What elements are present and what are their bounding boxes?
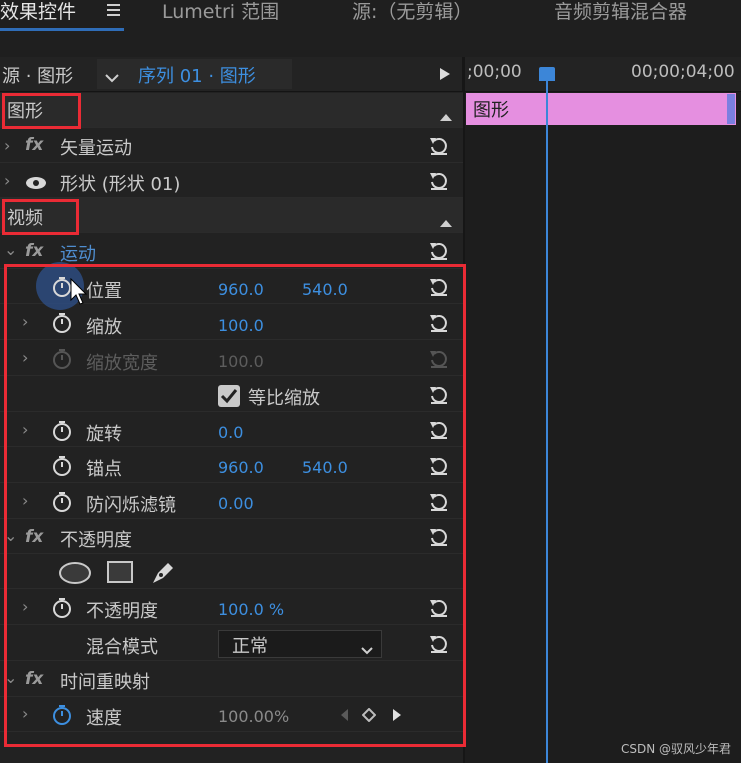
source-clip-label[interactable]: 源 · 图形 (2, 62, 73, 88)
chevron-down-icon[interactable]: ⌄ (4, 240, 17, 259)
tab-lumetri-scopes[interactable]: Lumetri 范围 (162, 0, 279, 24)
highlight-box-video (2, 199, 79, 235)
playhead-line[interactable] (546, 78, 548, 763)
collapse-up-icon[interactable] (440, 106, 452, 125)
chevron-right-icon[interactable]: › (4, 136, 10, 155)
timeline-area[interactable] (465, 92, 741, 763)
reset-parameter-icon[interactable] (428, 240, 450, 262)
reset-parameter-icon[interactable] (428, 170, 450, 192)
effect-vector-motion-label[interactable]: 矢量运动 (60, 134, 132, 160)
fx-icon[interactable]: fx (25, 241, 43, 261)
clip-label: 图形 (473, 100, 509, 121)
play-triangle-icon[interactable] (439, 66, 451, 85)
tab-effect-controls[interactable]: 效果控件 (0, 0, 76, 24)
reset-parameter-icon[interactable] (428, 135, 450, 157)
collapse-up-icon[interactable] (440, 212, 452, 231)
sequence-label[interactable]: 序列 01 · 图形 (138, 62, 256, 88)
timecode-start: ;00;00 (467, 62, 522, 82)
chevron-down-icon[interactable] (105, 68, 119, 87)
effect-shape-label[interactable]: 形状 (形状 01) (60, 170, 180, 196)
active-tab-indicator (0, 28, 124, 31)
chevron-right-icon[interactable]: › (4, 171, 10, 190)
tab-source[interactable]: 源:（无剪辑） (352, 0, 472, 24)
timecode-end: 00;00;04;00 (631, 62, 735, 82)
highlight-box-properties (4, 264, 466, 747)
hamburger-icon[interactable] (106, 0, 122, 18)
watermark: CSDN @驭风少年君 (620, 742, 731, 756)
clip-end-handle[interactable] (727, 94, 735, 124)
eye-icon[interactable] (25, 175, 47, 194)
highlight-box-graphics (2, 93, 81, 129)
fx-icon[interactable]: fx (25, 135, 43, 155)
playhead-handle[interactable] (539, 67, 555, 81)
tab-audio-clip-mixer[interactable]: 音频剪辑混合器 (554, 0, 687, 24)
